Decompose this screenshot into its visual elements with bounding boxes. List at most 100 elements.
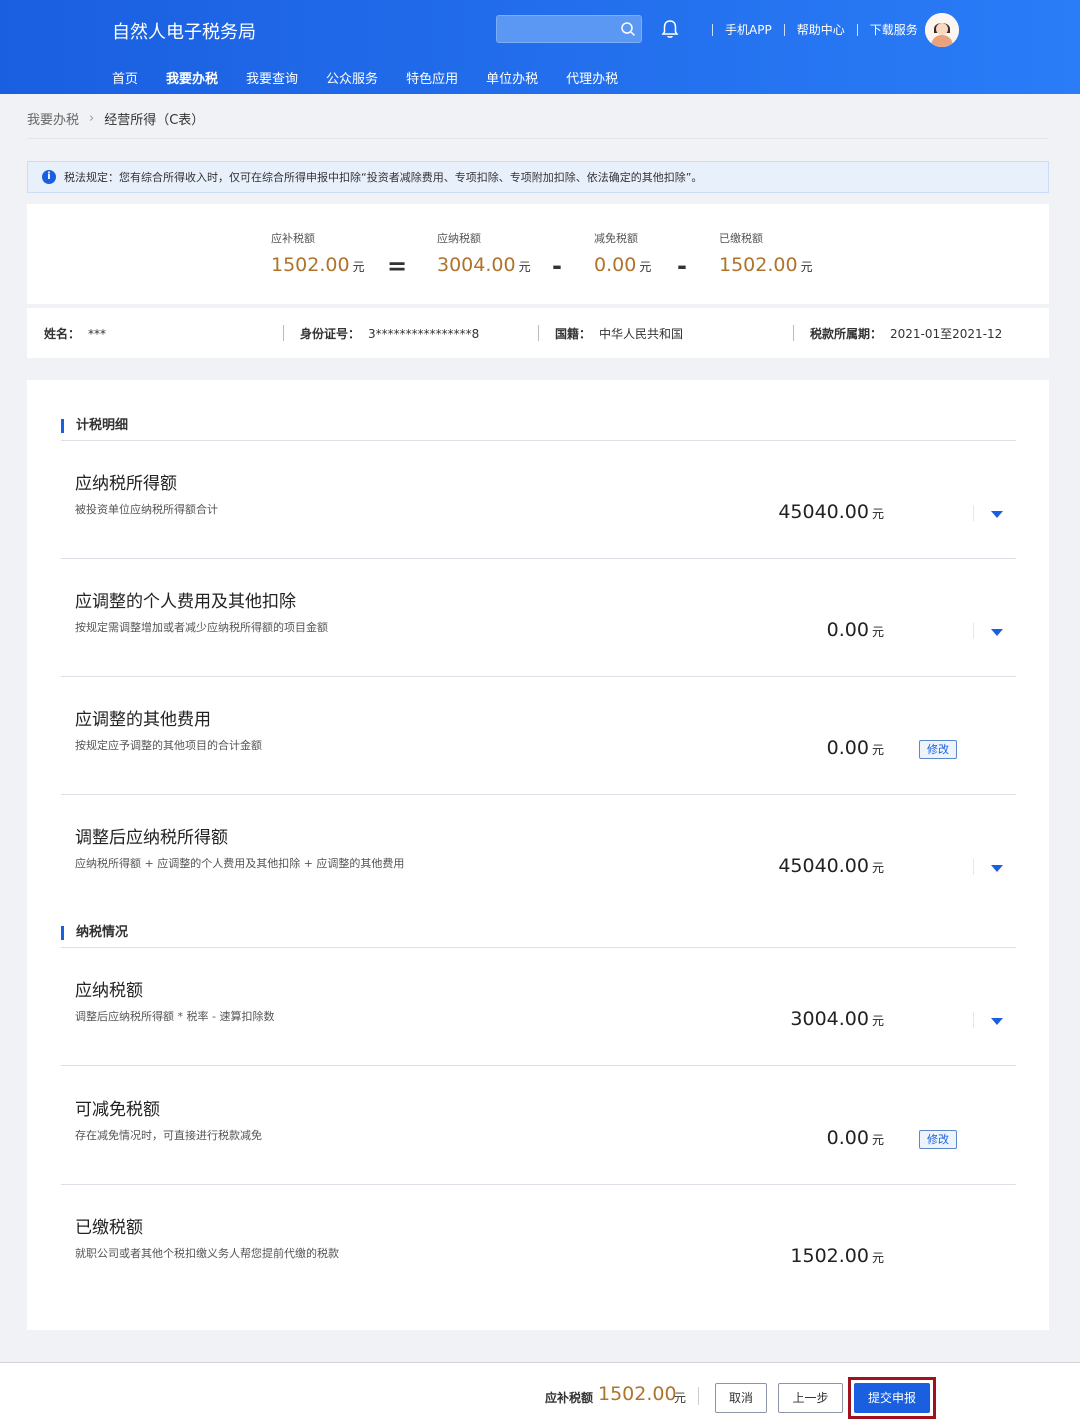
cancel-button[interactable]: 取消	[715, 1383, 767, 1413]
unit-label: 元	[352, 260, 365, 274]
row-taxable-income: 应纳税所得额 被投资单位应纳税所得额合计 45040.00 元	[61, 441, 1016, 559]
footer-action-bar: 应补税额 1502.00 元 取消 上一步 提交申报	[0, 1362, 1080, 1428]
country-field: 国籍： 中华人民共和国	[555, 325, 683, 342]
name-label: 姓名：	[44, 327, 81, 341]
chevron-down-icon[interactable]	[991, 511, 1003, 518]
row-tax-paid: 已缴税额 就职公司或者其他个税扣缴义务人帮您提前代缴的税款 1502.00 元	[61, 1185, 1016, 1303]
nav-do-tax[interactable]: 我要办税	[166, 68, 218, 87]
row-desc: 被投资单位应纳税所得额合计	[75, 503, 218, 516]
download-link[interactable]: 下载服务	[870, 21, 918, 38]
breadcrumb-current: 经营所得（C表）	[104, 113, 205, 128]
row-desc: 按规定应予调整的其他项目的合计金额	[75, 739, 262, 752]
nav-featured[interactable]: 特色应用	[406, 68, 458, 87]
row-value: 3004.00	[790, 1008, 869, 1030]
nav-public-service[interactable]: 公众服务	[326, 68, 378, 87]
breadcrumb-root[interactable]: 我要办税	[27, 109, 79, 128]
unit-label: 元	[871, 1133, 884, 1147]
period-value: 2021-01至2021-12	[890, 327, 1003, 341]
row-value: 45040.00	[778, 855, 869, 877]
edit-button[interactable]: 修改	[919, 740, 957, 759]
name-value: ***	[88, 327, 107, 341]
unit-label: 元	[800, 260, 813, 274]
footer-label: 应补税额	[545, 1391, 594, 1405]
chevron-right-icon: ›	[89, 111, 95, 126]
edit-button[interactable]: 修改	[919, 1130, 957, 1149]
summary-label: 减免税额	[594, 232, 638, 245]
top-header: 自然人电子税务局 手机APP 帮助中心 下载服务 首页 我要办税 我要查询 公众…	[0, 0, 1080, 94]
section-title-calc: 计税明细	[61, 419, 128, 433]
search-input[interactable]	[496, 15, 642, 43]
tax-law-notice: i 税法规定：您有综合所得收入时，仅可在综合所得申报中扣除“投资者减除费用、专项…	[27, 161, 1049, 193]
country-value: 中华人民共和国	[599, 327, 684, 341]
previous-step-button[interactable]: 上一步	[778, 1383, 843, 1413]
summary-value: 0.00	[594, 254, 637, 276]
divider	[793, 325, 794, 341]
notice-text: 税法规定：您有综合所得收入时，仅可在综合所得申报中扣除“投资者减除费用、专项扣除…	[64, 171, 703, 184]
footer-amount: 1502.00	[598, 1383, 677, 1405]
unit-label: 元	[639, 260, 652, 274]
unit-label: 元	[871, 507, 884, 521]
info-icon: i	[42, 170, 56, 184]
nav-agent-tax[interactable]: 代理办税	[566, 68, 618, 87]
row-tax-due: 应纳税额 调整后应纳税所得额 * 税率 - 速算扣除数 3004.00 元	[61, 948, 1016, 1066]
minus-operator: -	[677, 252, 687, 280]
chevron-down-icon[interactable]	[991, 1018, 1003, 1025]
summary-value: 3004.00	[437, 254, 516, 276]
summary-label: 已缴税额	[719, 232, 763, 245]
summary-label: 应补税额	[271, 232, 315, 245]
row-title: 已缴税额	[75, 1218, 143, 1238]
id-label: 身份证号：	[300, 327, 361, 341]
divider	[783, 23, 785, 36]
submit-button[interactable]: 提交申报	[854, 1383, 930, 1413]
row-desc: 应纳税所得额 + 应调整的个人费用及其他扣除 + 应调整的其他费用	[75, 857, 405, 870]
nav-home[interactable]: 首页	[112, 68, 138, 87]
site-title[interactable]: 自然人电子税务局	[112, 18, 256, 44]
summary-tax-due: 应纳税额 3004.00 元	[437, 230, 531, 276]
divider	[856, 23, 858, 36]
tax-detail-card: 计税明细 应纳税所得额 被投资单位应纳税所得额合计 45040.00 元 应调整的…	[27, 380, 1049, 1330]
unit-label: 元	[518, 260, 531, 274]
chevron-down-icon[interactable]	[991, 865, 1003, 872]
main-nav: 首页 我要办税 我要查询 公众服务 特色应用 单位办税 代理办税	[112, 68, 646, 87]
period-field: 税款所属期： 2021-01至2021-12	[810, 325, 1002, 342]
bell-icon[interactable]	[659, 18, 681, 40]
equals-operator: =	[387, 252, 408, 280]
unit-label: 元	[871, 1014, 884, 1028]
summary-label: 应纳税额	[437, 232, 481, 245]
chevron-down-icon[interactable]	[991, 629, 1003, 636]
row-desc: 就职公司或者其他个税扣缴义务人帮您提前代缴的税款	[75, 1247, 339, 1260]
id-field: 身份证号： 3****************8	[300, 325, 479, 342]
row-tax-reduction: 可减免税额 存在减免情况时，可直接进行税款减免 0.00 元 修改	[61, 1067, 1016, 1185]
divider	[538, 325, 539, 341]
help-center-link[interactable]: 帮助中心	[797, 21, 845, 38]
row-title: 应调整的个人费用及其他扣除	[75, 592, 296, 612]
submit-highlight: 提交申报	[848, 1377, 936, 1419]
row-desc: 存在减免情况时，可直接进行税款减免	[75, 1129, 262, 1142]
search-icon[interactable]	[620, 21, 636, 37]
mobile-app-link[interactable]: 手机APP	[725, 21, 772, 38]
taxpayer-info: 姓名： *** 身份证号： 3****************8 国籍： 中华人民共和…	[27, 308, 1049, 358]
nav-query[interactable]: 我要查询	[246, 68, 298, 87]
divider	[973, 505, 974, 521]
country-label: 国籍：	[555, 327, 592, 341]
id-value: 3****************8	[368, 327, 480, 341]
summary-reduction: 减免税额 0.00 元	[594, 230, 651, 276]
divider	[973, 623, 974, 639]
row-title: 可减免税额	[75, 1100, 160, 1120]
summary-payable: 应补税额 1502.00 元	[271, 230, 365, 276]
divider	[973, 1012, 974, 1028]
row-value: 45040.00	[778, 501, 869, 523]
row-personal-adjust: 应调整的个人费用及其他扣除 按规定需调整增加或者减少应纳税所得额的项目金额 0.…	[61, 559, 1016, 677]
avatar[interactable]	[925, 13, 959, 47]
summary-paid: 已缴税额 1502.00 元	[719, 230, 813, 276]
row-value: 0.00	[826, 737, 869, 759]
summary-value: 1502.00	[271, 254, 350, 276]
unit-label: 元	[871, 861, 884, 875]
row-desc: 调整后应纳税所得额 * 税率 - 速算扣除数	[75, 1010, 275, 1023]
row-other-expense: 应调整的其他费用 按规定应予调整的其他项目的合计金额 0.00 元 修改	[61, 677, 1016, 795]
nav-company-tax[interactable]: 单位办税	[486, 68, 538, 87]
row-value: 0.00	[826, 1127, 869, 1149]
row-value: 0.00	[826, 619, 869, 641]
summary-value: 1502.00	[719, 254, 798, 276]
unit-label: 元	[871, 743, 884, 757]
